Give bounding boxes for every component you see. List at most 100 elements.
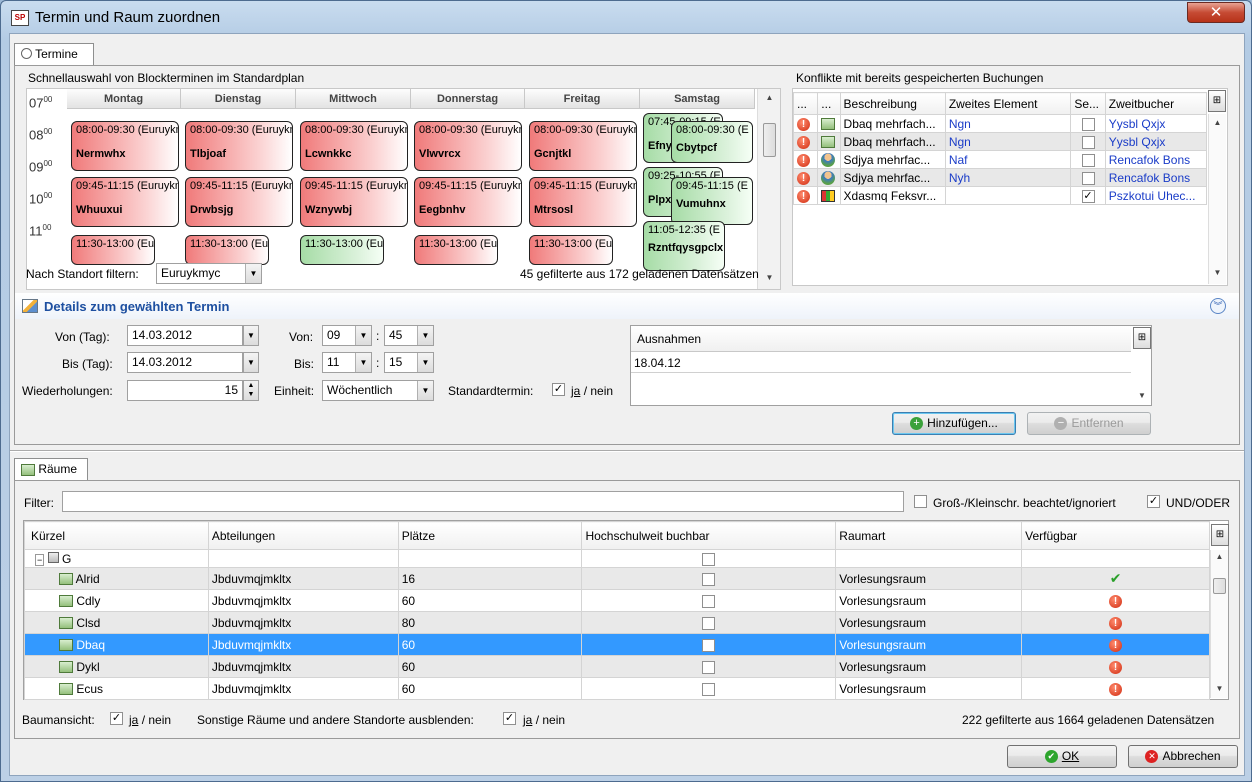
- hinzufuegen-button[interactable]: + Hinzufügen...: [892, 412, 1016, 435]
- calendar-dropdown-icon[interactable]: ▼: [243, 325, 259, 346]
- room-icon: [59, 617, 73, 630]
- bis-minute-select[interactable]: 15 ▼: [384, 352, 434, 373]
- chevron-down-icon: ▼: [355, 353, 371, 372]
- von-tag-input[interactable]: 14.03.2012: [127, 325, 243, 346]
- title-bar[interactable]: SP Termin und Raum zuordnen ✕: [1, 1, 1251, 35]
- raeume-filter-input[interactable]: [62, 491, 904, 512]
- divider: [631, 372, 1131, 373]
- col-header: Beschreibung: [839, 92, 946, 115]
- day-header-dienstag: Dienstag: [181, 89, 296, 109]
- table-row[interactable]: Clsd Jbduvmqjmkltx 80 Vorlesungsraum !: [24, 611, 1210, 634]
- calendar-event[interactable]: 08:00-09:30 (Euruykm Tlbjoaf: [185, 121, 293, 171]
- col-header: Abteilungen: [207, 521, 399, 550]
- ok-button[interactable]: ✔ OK: [1007, 745, 1117, 768]
- calendar-event[interactable]: 08:00-09:30 (Euruykm Gcnjtkl: [529, 121, 637, 171]
- calendar-event[interactable]: 08:00-09:30 (Euruykm Nermwhx: [71, 121, 179, 171]
- collapse-icon[interactable]: ︾: [1210, 298, 1226, 314]
- bis-hour-select[interactable]: 11 ▼: [322, 352, 372, 373]
- calendar-event[interactable]: 11:05-12:35 (E Rzntfqysgpclx: [643, 221, 725, 271]
- calendar-event[interactable]: 08:00-09:30 (E Cbytpcf: [671, 121, 753, 163]
- table-row[interactable]: ! Sdjya mehrfac... Naf Rencafok Bons: [792, 150, 1208, 169]
- table-row-selected[interactable]: Dbaq Jbduvmqjmkltx 60 Vorlesungsraum !: [24, 633, 1210, 656]
- standardtermin-options: ja / nein: [571, 384, 614, 398]
- calendar-event[interactable]: 08:00-09:30 (Euruykm Lcwnkkc: [300, 121, 408, 171]
- spinner-icon[interactable]: ▲ ▼: [243, 380, 259, 401]
- warning-icon: !: [1109, 617, 1123, 630]
- room-icon: [59, 573, 73, 586]
- calendar-event[interactable]: 11:30-13:00 (Eu: [185, 235, 269, 265]
- table-row[interactable]: Cdly Jbduvmqjmkltx 60 Vorlesungsraum !: [24, 589, 1210, 612]
- calendar-scrollbar[interactable]: ▲ ▼: [757, 89, 780, 289]
- column-chooser-icon[interactable]: ⊞: [1208, 90, 1226, 112]
- calendar-event[interactable]: 09:45-11:15 (Euruykm Drwbsjg: [185, 177, 293, 227]
- baumansicht-options: ja / nein: [129, 713, 172, 727]
- table-row[interactable]: ! Dbaq mehrfach... Ngn Yysbl Qxjx: [792, 132, 1208, 151]
- table-row[interactable]: ! Xdasmq Feksvr... ✓ Pszkotui Uhec...: [792, 186, 1208, 205]
- standort-filter-select[interactable]: Euruykmyc ▼: [156, 263, 262, 284]
- week-calendar[interactable]: 0700 0800 0900 1000 1100 Montag Dienstag…: [26, 88, 781, 290]
- scroll-thumb: [1213, 578, 1226, 594]
- calendar-dropdown-icon[interactable]: ▼: [243, 352, 259, 373]
- raeume-scrollbar[interactable]: ▲ ▼: [1210, 550, 1228, 698]
- checkbox: [1081, 153, 1095, 167]
- calendar-event[interactable]: 11:30-13:00 (Eu: [529, 235, 613, 265]
- table-row[interactable]: Alrid Jbduvmqjmkltx 16 Vorlesungsraum ✔: [24, 567, 1210, 590]
- check-icon: ✔: [1109, 570, 1122, 586]
- plus-icon: +: [910, 417, 924, 431]
- calendar-event[interactable]: 09:45-11:15 (E Vumuhnx: [671, 177, 753, 225]
- warning-icon: !: [797, 190, 810, 203]
- tree-group-row[interactable]: − G: [24, 549, 1210, 568]
- abbrechen-button[interactable]: ✕ Abbrechen: [1128, 745, 1238, 768]
- undoder-checkbox[interactable]: ✓: [1147, 495, 1160, 508]
- room-icon: [821, 136, 836, 149]
- calendar-event[interactable]: 09:45-11:15 (Euruykm Whuuxui: [71, 177, 179, 227]
- sonstige-checkbox[interactable]: ✓: [503, 712, 516, 725]
- calendar-event[interactable]: 09:45-11:15 (Euruykm Mtrsosl: [529, 177, 637, 227]
- checkbox: [702, 552, 716, 566]
- checkbox: [702, 572, 716, 586]
- bis-tag-input[interactable]: 14.03.2012: [127, 352, 243, 373]
- baumansicht-checkbox[interactable]: ✓: [110, 712, 123, 725]
- calendar-event[interactable]: 11:30-13:00 (Eu: [414, 235, 498, 265]
- scroll-down-icon: ▼: [765, 273, 774, 282]
- checkbox: [1081, 135, 1095, 149]
- calendar-event[interactable]: 11:30-13:00 (Eu: [300, 235, 384, 265]
- app-icon: SP: [11, 10, 29, 26]
- ausnahmen-header: Ausnahmen: [631, 326, 1131, 352]
- undoder-label: UND/ODER: [1166, 496, 1231, 510]
- room-icon: [59, 661, 73, 674]
- calendar-event[interactable]: 08:00-09:30 (Euruykm Vlwvrcx: [414, 121, 522, 171]
- entfernen-button[interactable]: − Entfernen: [1027, 412, 1151, 435]
- section-divider: [10, 450, 1244, 452]
- warning-icon: !: [797, 118, 810, 131]
- standardtermin-checkbox[interactable]: ✓: [552, 383, 565, 396]
- table-row[interactable]: ! Dbaq mehrfach... Ngn Yysbl Qxjx: [792, 114, 1208, 133]
- table-row[interactable]: Dykl Jbduvmqjmkltx 60 Vorlesungsraum !: [24, 655, 1210, 678]
- hour-label: 1000: [29, 191, 53, 207]
- tab-raeume[interactable]: Räume: [14, 458, 88, 480]
- chevron-down-icon: ▼: [417, 353, 433, 372]
- close-button[interactable]: ✕: [1187, 2, 1245, 23]
- wiederholungen-input[interactable]: 15: [127, 380, 243, 401]
- time-separator: :: [376, 329, 380, 343]
- warning-icon: !: [1109, 639, 1123, 652]
- tab-termine-label: Termine: [35, 47, 78, 61]
- konflikte-scrollbar[interactable]: ▲ ▼: [1208, 114, 1226, 284]
- column-chooser-icon[interactable]: ⊞: [1133, 327, 1151, 349]
- calendar-event[interactable]: 09:45-11:15 (Euruykm Wznywbj: [300, 177, 408, 227]
- hour-label: 1100: [29, 223, 52, 239]
- table-row[interactable]: Ecus Jbduvmqjmkltx 60 Vorlesungsraum !: [24, 677, 1210, 700]
- von-minute-select[interactable]: 45 ▼: [384, 325, 434, 346]
- tab-termine[interactable]: Termine: [14, 43, 94, 65]
- case-sensitive-checkbox[interactable]: [914, 495, 927, 508]
- calendar-event[interactable]: 09:45-11:15 (Euruykm Eegbnhv: [414, 177, 522, 227]
- sonstige-label: Sonstige Räume und andere Standorte ausb…: [197, 713, 474, 727]
- chevron-down-icon: ▼: [355, 326, 371, 345]
- column-chooser-icon[interactable]: ⊞: [1211, 524, 1229, 546]
- ausnahme-item[interactable]: 18.04.12: [634, 356, 681, 370]
- table-row[interactable]: ! Sdjya mehrfac... Nyh Rencafok Bons: [792, 168, 1208, 187]
- scroll-down-icon[interactable]: ▼: [1134, 391, 1150, 400]
- von-hour-select[interactable]: 09 ▼: [322, 325, 372, 346]
- einheit-select[interactable]: Wöchentlich ▼: [322, 380, 434, 401]
- calendar-event[interactable]: 11:30-13:00 (Eu: [71, 235, 155, 265]
